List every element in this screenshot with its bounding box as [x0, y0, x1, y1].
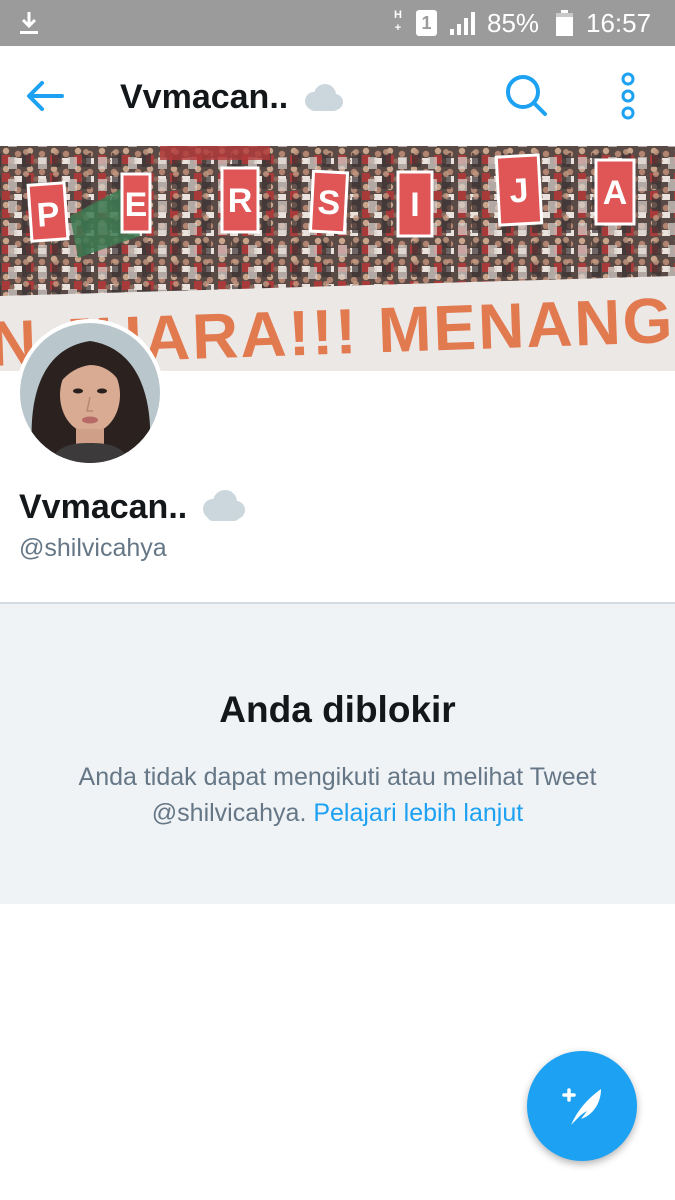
blocked-message-username: @shilvicahya. — [151, 799, 307, 827]
svg-text:J: J — [509, 172, 530, 211]
cloud-icon — [203, 490, 245, 521]
clock: 16:57 — [586, 8, 652, 38]
compose-tweet-icon — [562, 1088, 601, 1125]
blocked-message-line1: Anda tidak dapat mengikuti atau melihat … — [78, 763, 597, 791]
blocked-message: Anda tidak dapat mengikuti atau melihat … — [20, 759, 655, 831]
sim-slot-badge: 1 — [416, 10, 437, 36]
blocked-title: Anda diblokir — [219, 689, 456, 730]
svg-text:R: R — [228, 182, 253, 220]
battery-icon — [556, 10, 573, 36]
svg-text:P: P — [36, 195, 61, 234]
svg-text:I: I — [410, 186, 419, 224]
back-arrow-icon[interactable] — [22, 74, 68, 118]
signal-strength-icon — [450, 12, 475, 35]
battery-percent: 85% — [487, 8, 540, 38]
header-title: Vvmacan.. — [120, 78, 289, 116]
compose-tweet-button[interactable] — [527, 1051, 637, 1161]
profile-username: @shilvicahya — [19, 534, 167, 562]
cloud-icon — [305, 84, 343, 111]
profile-display-name: Vvmacan.. — [19, 488, 188, 526]
status-bar: H + 1 85% 16:57 — [0, 0, 675, 46]
learn-more-link[interactable]: Pelajari lebih lanjut — [313, 799, 523, 827]
download-icon — [20, 12, 38, 34]
more-vertical-icon[interactable] — [614, 70, 642, 122]
svg-text:E: E — [125, 186, 148, 224]
profile-avatar[interactable] — [16, 319, 164, 467]
network-type-indicator: H + — [394, 9, 402, 34]
svg-text:A: A — [603, 174, 628, 212]
blocked-notice-panel: Anda diblokir Anda tidak dapat mengikuti… — [0, 604, 675, 904]
search-icon[interactable] — [503, 72, 549, 118]
avatar-photo — [16, 319, 164, 467]
svg-text:S: S — [317, 183, 342, 222]
profile-header: Vvmacan.. — [0, 46, 675, 146]
